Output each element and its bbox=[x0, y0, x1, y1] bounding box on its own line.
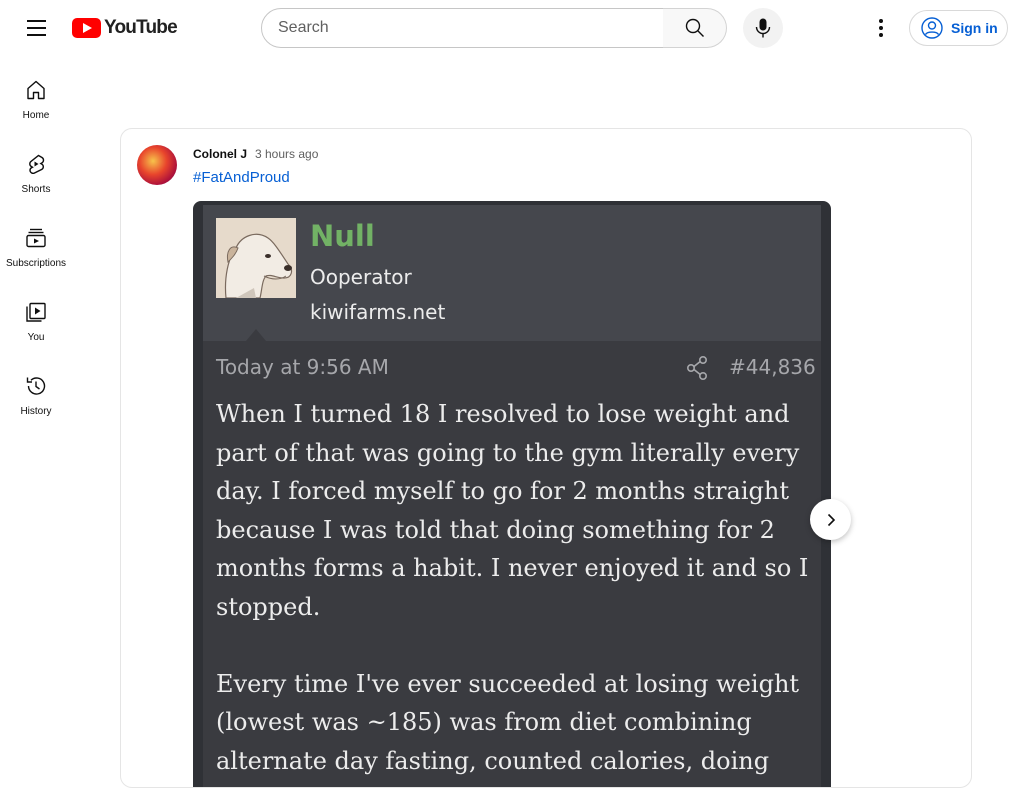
sign-in-button[interactable]: Sign in bbox=[909, 10, 1008, 46]
post-time[interactable]: 3 hours ago bbox=[255, 147, 318, 161]
menu-icon[interactable] bbox=[16, 8, 56, 48]
post-image[interactable]: Null Ooperator kiwifarms.net Today at 9:… bbox=[193, 201, 831, 787]
forum-post-body: When I turned 18 I resolved to lose weig… bbox=[216, 395, 812, 787]
sidebar-item-subscriptions[interactable]: Subscriptions bbox=[4, 204, 68, 278]
sidebar-item-you[interactable]: You bbox=[4, 278, 68, 352]
sidebar-item-label: Shorts bbox=[21, 184, 51, 195]
history-icon bbox=[26, 377, 46, 395]
forum-post-screenshot: Null Ooperator kiwifarms.net Today at 9:… bbox=[203, 205, 821, 787]
forum-post-date: Today at 9:56 AM bbox=[216, 355, 389, 379]
microphone-icon bbox=[755, 18, 771, 38]
sidebar-item-label: Home bbox=[22, 110, 50, 121]
sidebar-item-label: Subscriptions bbox=[5, 258, 67, 269]
chevron-right-icon bbox=[827, 513, 835, 526]
forum-post-paragraph: When I turned 18 I resolved to lose weig… bbox=[216, 400, 809, 621]
voice-search-button[interactable] bbox=[743, 8, 783, 48]
search-button[interactable] bbox=[663, 8, 727, 48]
search-input[interactable]: Search bbox=[261, 8, 664, 48]
speech-pointer bbox=[246, 329, 266, 341]
play-logo-icon bbox=[72, 18, 101, 38]
you-icon bbox=[26, 302, 46, 322]
hashtag-link[interactable]: #FatAndProud bbox=[193, 169, 290, 186]
post-author[interactable]: Colonel J bbox=[193, 147, 247, 161]
sidebar-item-history[interactable]: History bbox=[4, 352, 68, 426]
sidebar-item-label: You bbox=[27, 332, 45, 343]
community-post: Colonel J 3 hours ago #FatAndProud Null bbox=[120, 128, 972, 788]
sidebar-item-shorts[interactable]: Shorts bbox=[4, 130, 68, 204]
settings-more-icon[interactable] bbox=[861, 8, 901, 48]
account-icon bbox=[921, 17, 943, 39]
forum-user-site: kiwifarms.net bbox=[310, 300, 446, 324]
logo-text: YouTube bbox=[104, 17, 178, 38]
shorts-icon bbox=[29, 154, 45, 175]
sidebar-item-home[interactable]: Home bbox=[4, 56, 68, 130]
forum-user-header: Null Ooperator kiwifarms.net bbox=[203, 205, 821, 341]
youtube-logo[interactable]: YouTube bbox=[72, 17, 178, 39]
forum-post-paragraph: Every time I've ever succeeded at losing… bbox=[216, 669, 800, 775]
home-icon bbox=[27, 80, 45, 100]
share-icon bbox=[686, 355, 708, 380]
next-image-button[interactable] bbox=[810, 499, 851, 540]
forum-user-role: Ooperator bbox=[310, 265, 412, 289]
subscriptions-icon bbox=[26, 228, 46, 248]
dog-drawing bbox=[216, 218, 296, 299]
search-icon bbox=[685, 18, 704, 37]
forum-username: Null bbox=[310, 219, 375, 253]
masthead: YouTube Search Sign in bbox=[0, 0, 1024, 56]
forum-post-number: #44,836 bbox=[729, 355, 816, 379]
search-placeholder: Search bbox=[278, 19, 329, 36]
avatar[interactable] bbox=[137, 145, 177, 185]
sidebar-item-label: History bbox=[20, 406, 52, 417]
sign-in-label: Sign in bbox=[951, 20, 998, 36]
forum-user-avatar bbox=[216, 218, 296, 299]
